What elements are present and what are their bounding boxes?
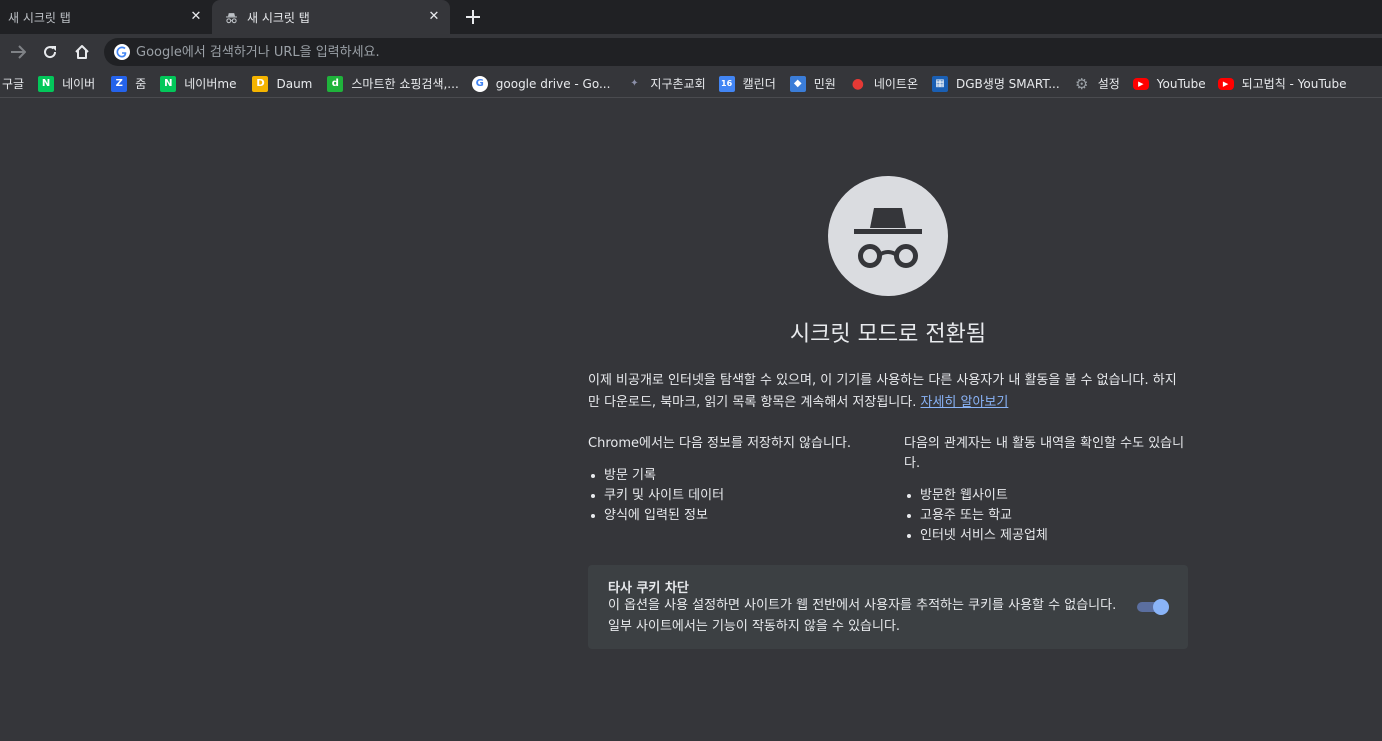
gear-icon: ⚙	[1074, 74, 1089, 93]
bookmark-item[interactable]: N 네이버	[38, 72, 95, 96]
youtube-icon: ▶	[1132, 77, 1149, 90]
google-icon: G	[471, 75, 488, 92]
nateon-icon: ●	[851, 75, 864, 92]
address-input[interactable]	[136, 44, 1036, 60]
arrow-left-icon	[11, 45, 26, 59]
visible-to-column: 다음의 관계자는 내 활동 내역을 확인할 수도 있습니다. 방문한 웹사이트 …	[904, 434, 1190, 546]
bookmark-label: 설정	[1097, 77, 1120, 91]
page-title: 시크릿 모드로 전환됨	[789, 322, 987, 347]
incognito-icon	[828, 176, 948, 296]
reload-icon	[44, 46, 57, 59]
calendar-icon: 16	[718, 75, 735, 92]
tab-incognito-2[interactable]: 새 시크릿 탭 ✕	[212, 0, 450, 34]
home-icon	[75, 45, 89, 59]
cookie-card-title: 타사 쿠키 차단	[608, 581, 689, 596]
tab-strip: 새 시크릿 탭 ✕ 새 시크릿 탭 ✕	[0, 0, 1382, 34]
bookmark-label: DGB생명 SMART...	[956, 77, 1060, 91]
visible-to-list: 방문한 웹사이트 고용주 또는 학교 인터넷 서비스 제공업체	[904, 486, 1190, 546]
incognito-icon	[225, 11, 238, 24]
bookmark-item[interactable]: Z줌	[111, 72, 146, 96]
bookmark-label: YouTube	[1156, 76, 1206, 91]
bookmark-item[interactable]: ● 네이트온	[850, 72, 918, 96]
list-item: 인터넷 서비스 제공업체	[904, 526, 1190, 546]
bookmark-label: 되고법칙 - YouTube	[1241, 77, 1347, 91]
naver-icon: N	[160, 75, 177, 92]
list-item: 방문한 웹사이트	[904, 486, 1190, 506]
bookmark-item[interactable]: ◆ 민원	[789, 72, 836, 96]
danawa-icon: d	[327, 75, 344, 92]
not-saved-heading: Chrome에서는 다음 정보를 저장하지 않습니다.	[588, 436, 852, 451]
bookmark-label: 네이버	[62, 77, 96, 91]
intro-body: 이제 비공개로 인터넷을 탐색할 수 있으며, 이 기기를 사용하는 다른 사용…	[588, 373, 1177, 410]
bookmark-item[interactable]: 구글	[2, 72, 24, 96]
list-item: 쿠키 및 사이트 데이터	[588, 486, 874, 506]
youtube-icon: ▶	[1217, 77, 1234, 90]
bookmark-item[interactable]: 16 캘린더	[718, 72, 776, 96]
list-item: 양식에 입력된 정보	[588, 506, 874, 526]
list-item: 방문 기록	[588, 466, 874, 486]
bookmarks-bar: 구글 N 네이버 Z 줌 N 네이버me D Daum d 스마트한 쇼핑검색,... Ggoogle…	[0, 70, 1382, 98]
bookmark-item[interactable]: D Daum	[252, 72, 312, 96]
bookmark-label: Daum	[276, 76, 313, 91]
bookmark-label: 네이트온	[873, 77, 919, 91]
block-cookies-toggle[interactable]	[1137, 599, 1169, 615]
bookmark-label: 지구촌교회	[650, 77, 706, 91]
minwon-icon: ◆	[789, 75, 806, 92]
bookmark-item[interactable]: N 네이버me	[160, 72, 236, 96]
bookmark-label: 네이버me	[184, 77, 237, 91]
bookmark-item[interactable]: ▶ YouTube	[1132, 72, 1206, 96]
new-tab-button[interactable]	[462, 6, 484, 28]
omnibox[interactable]	[104, 38, 1382, 66]
bookmark-item[interactable]: ▦ DGB생명 SMART...	[932, 72, 1060, 96]
plus-icon	[466, 10, 480, 24]
learn-more-link[interactable]: 자세히 알아보기	[921, 395, 1009, 410]
intro-text: 이제 비공개로 인터넷을 탐색할 수 있으며, 이 기기를 사용하는 다른 사용…	[588, 370, 1188, 414]
visible-to-heading: 다음의 관계자는 내 활동 내역을 확인할 수도 있습니다.	[904, 436, 1185, 471]
bookmark-item[interactable]: Ggoogle drive - Go...	[471, 72, 611, 96]
back-button[interactable]	[6, 40, 30, 64]
list-item: 고용주 또는 학교	[904, 506, 1190, 526]
dgb-icon: ▦	[932, 75, 949, 92]
reload-button[interactable]	[38, 40, 62, 64]
close-icon[interactable]: ✕	[427, 10, 441, 24]
not-saved-column: Chrome에서는 다음 정보를 저장하지 않습니다. 방문 기록 쿠키 및 사…	[588, 434, 874, 526]
bookmark-label: google drive - Go...	[495, 76, 611, 91]
bookmark-label: 스마트한 쇼핑검색,...	[351, 77, 459, 91]
not-saved-list: 방문 기록 쿠키 및 사이트 데이터 양식에 입력된 정보	[588, 466, 874, 526]
bookmark-item[interactable]: ⚙ 설정	[1074, 72, 1120, 96]
toggle-knob	[1153, 599, 1169, 615]
naver-icon: N	[38, 75, 55, 92]
home-button[interactable]	[70, 40, 94, 64]
tab-title: 새 시크릿 탭	[8, 10, 71, 25]
google-icon	[114, 44, 130, 60]
bookmark-item[interactable]: d 스마트한 쇼핑검색,...	[327, 72, 459, 96]
bookmark-label: 구글	[2, 77, 25, 91]
bookmark-item[interactable]: ▶ 되고법칙 - YouTube	[1217, 72, 1347, 96]
bookmark-label: 줌	[135, 77, 147, 91]
zum-icon: Z	[111, 75, 128, 92]
church-icon: ✦	[630, 78, 639, 89]
tab-incognito-1[interactable]: 새 시크릿 탭 ✕	[0, 0, 212, 34]
bookmark-label: 캘린더	[742, 77, 776, 91]
daum-icon: D	[252, 75, 269, 92]
close-icon[interactable]: ✕	[189, 10, 203, 24]
tab-title: 새 시크릿 탭	[247, 10, 310, 25]
bookmark-label: 민원	[813, 77, 836, 91]
bookmark-item[interactable]: ✦ 지구촌교회	[626, 72, 705, 96]
third-party-cookie-card: 타사 쿠키 차단 이 옵션을 사용 설정하면 사이트가 웹 전반에서 사용자를 …	[588, 565, 1188, 649]
cookie-card-description: 이 옵션을 사용 설정하면 사이트가 웹 전반에서 사용자를 추적하는 쿠키를 …	[608, 598, 1117, 634]
